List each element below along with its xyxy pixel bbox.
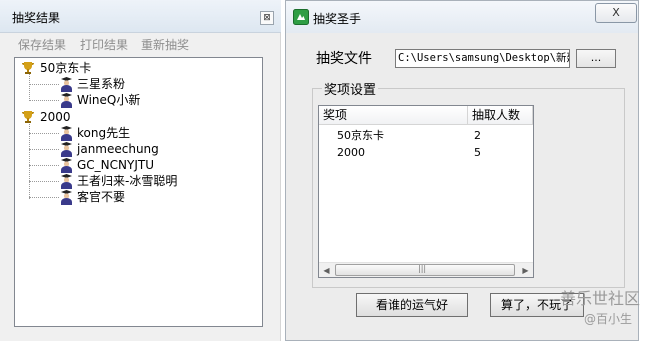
tree-connector [29, 133, 59, 134]
main-window-title: 抽奖圣手 [313, 12, 362, 26]
file-path-input[interactable]: C:\Users\samsung\Desktop\新建 [395, 49, 570, 68]
column-header-count[interactable]: 抽取人数 [468, 106, 533, 125]
results-tree[interactable]: 50京东卡 三星系粉 WineQ小新 2000 kong先生 janmeechu… [14, 57, 263, 327]
menu-print-results[interactable]: 打印结果 [80, 36, 128, 53]
tree-connector [29, 84, 59, 85]
user-avatar-icon [61, 142, 72, 157]
menu-redraw[interactable]: 重新抽奖 [141, 36, 189, 53]
user-avatar-icon [61, 158, 72, 173]
tree-group-label[interactable]: 50京东卡 [40, 60, 91, 76]
results-title-bar: 抽奖结果 ⊠ [0, 0, 281, 33]
tree-connector [29, 165, 59, 166]
user-avatar-icon [61, 174, 72, 189]
tree-connector [29, 124, 30, 199]
watermark-text: 善乐世社区 [560, 289, 641, 308]
grip-icon: ||| [418, 264, 427, 273]
column-header-prize[interactable]: 奖项 [319, 106, 468, 125]
menu-save-results[interactable]: 保存结果 [18, 36, 66, 53]
tree-connector [29, 181, 59, 182]
results-window-title: 抽奖结果 [12, 11, 61, 25]
results-window: 抽奖结果 ⊠ 保存结果 打印结果 重新抽奖 50京东卡 三星系粉 WineQ小新… [0, 0, 281, 341]
browse-button[interactable]: ... [576, 49, 616, 68]
tree-winner[interactable]: GC_NCNYJTU [77, 157, 154, 173]
scroll-thumb[interactable]: ||| [335, 264, 515, 276]
tree-winner[interactable]: WineQ小新 [77, 92, 140, 108]
prize-list[interactable]: 奖项 抽取人数 50京东卡 2 2000 5 ◀ ||| ▶ [318, 105, 534, 278]
user-avatar-icon [61, 126, 72, 141]
main-title-bar: 抽奖圣手 X [286, 1, 638, 33]
tree-group-label[interactable]: 2000 [40, 109, 71, 125]
prize-count-cell[interactable]: 5 [474, 146, 481, 160]
scroll-right-arrow-icon[interactable]: ▶ [518, 263, 533, 277]
scroll-left-arrow-icon[interactable]: ◀ [319, 263, 334, 277]
tree-winner[interactable]: janmeechung [77, 141, 159, 157]
tree-winner[interactable]: 客官不要 [77, 189, 125, 205]
prize-name-cell[interactable]: 2000 [337, 146, 365, 160]
watermark: 善乐世社区 @百小生 [560, 285, 650, 335]
trophy-icon [22, 111, 34, 123]
prize-count-cell[interactable]: 2 [474, 129, 481, 143]
main-close-button[interactable]: X [595, 3, 637, 23]
tree-connector [29, 149, 59, 150]
horizontal-scrollbar[interactable]: ◀ ||| ▶ [319, 262, 533, 277]
user-avatar-icon [61, 93, 72, 108]
tree-winner[interactable]: 三星系粉 [77, 76, 125, 92]
tree-winner[interactable]: kong先生 [77, 125, 130, 141]
user-avatar-icon [61, 190, 72, 205]
user-avatar-icon [61, 77, 72, 92]
watermark-handle: @百小生 [584, 312, 633, 326]
tree-connector [29, 74, 30, 101]
app-icon [293, 9, 309, 25]
tree-connector [29, 100, 59, 101]
prize-name-cell[interactable]: 50京东卡 [337, 129, 384, 143]
trophy-icon [22, 62, 34, 74]
draw-lottery-button[interactable]: 看谁的运气好 [356, 293, 468, 317]
results-close-button[interactable]: ⊠ [260, 11, 274, 25]
tree-connector [29, 197, 59, 198]
tree-winner[interactable]: 王者归来-冰雪聪明 [77, 173, 177, 189]
prize-settings-label: 奖项设置 [322, 79, 379, 98]
results-menu-bar: 保存结果 打印结果 重新抽奖 [0, 33, 281, 53]
file-label: 抽奖文件 [316, 51, 372, 67]
